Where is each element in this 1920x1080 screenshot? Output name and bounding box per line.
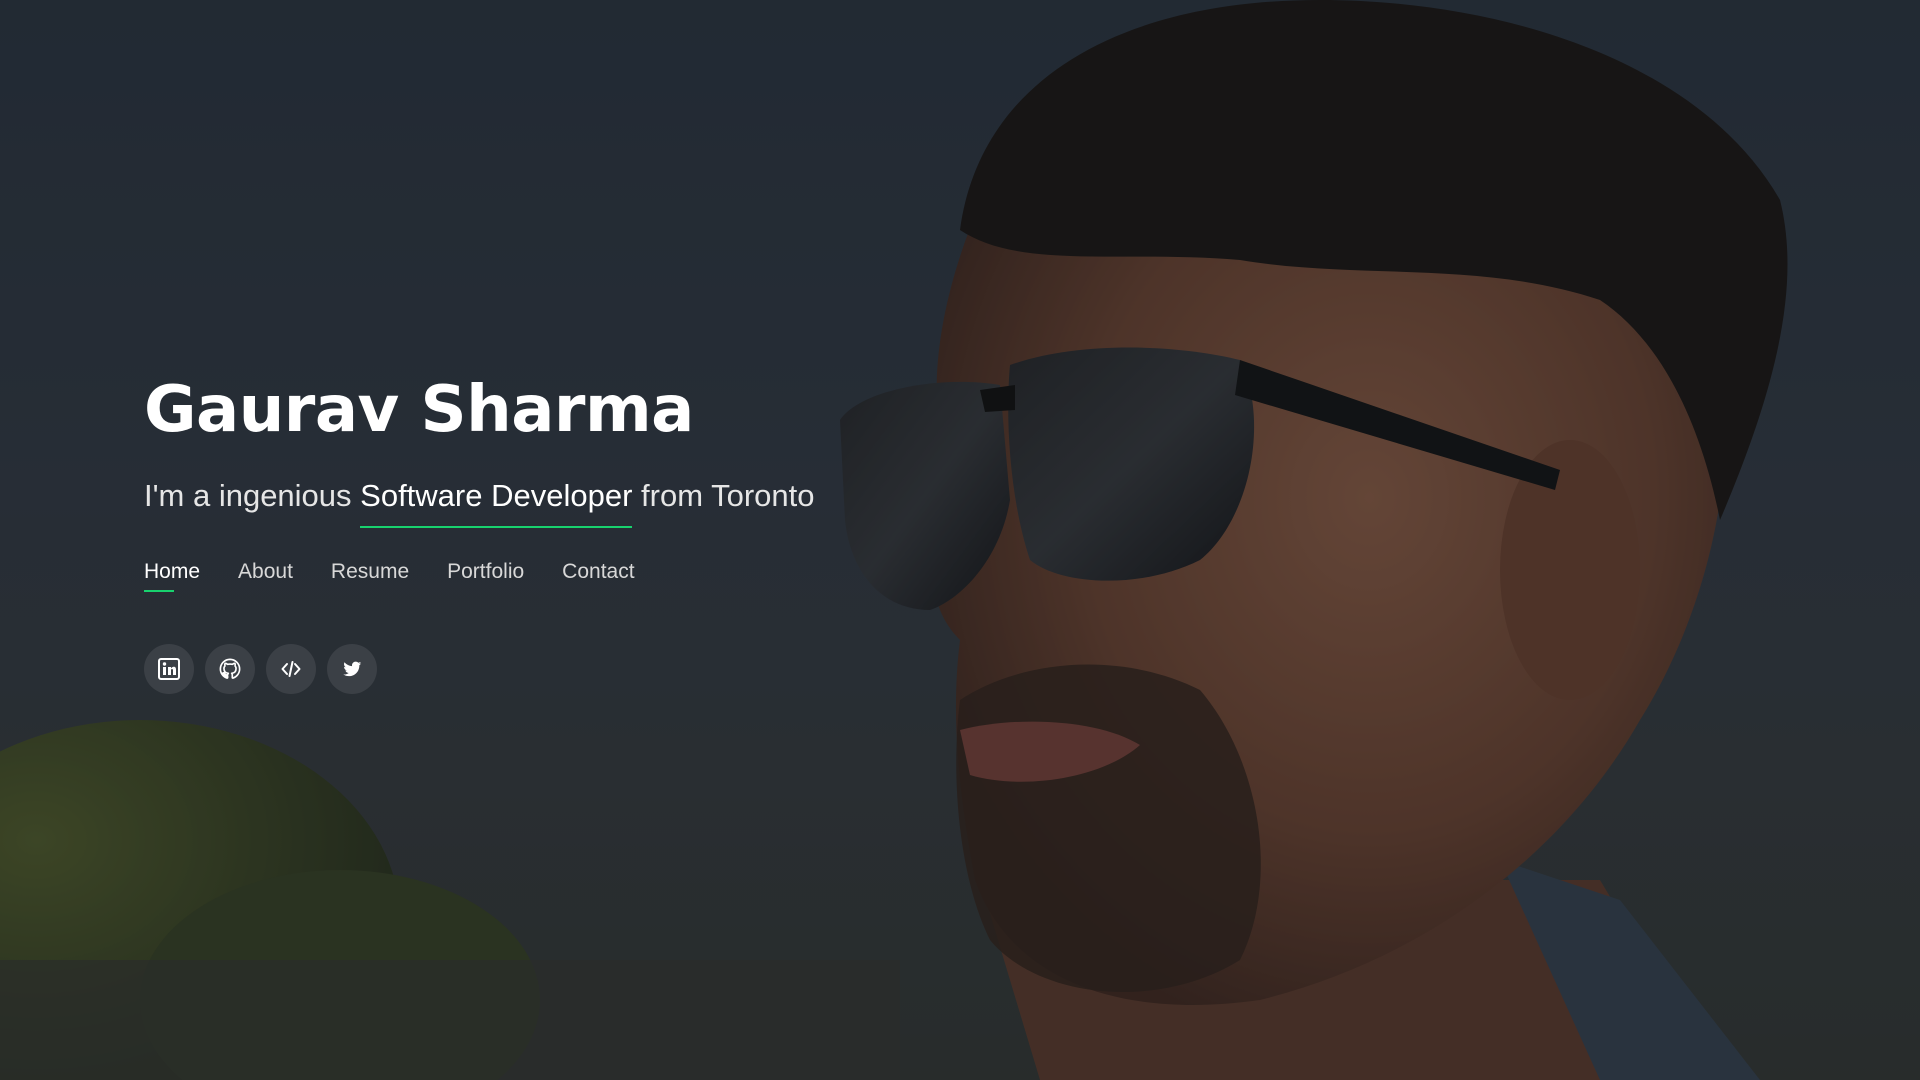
page: Gaurav Sharma I'm a ingenious Software D… <box>0 0 1920 1080</box>
nav-item-portfolio[interactable]: Portfolio <box>447 560 524 592</box>
github-icon <box>219 658 241 679</box>
tagline-role: Software Developer <box>360 476 633 528</box>
tagline-prefix: I'm a ingenious <box>144 478 361 513</box>
github-link[interactable] <box>205 644 255 694</box>
linkedin-icon <box>158 658 180 680</box>
nav-item-about[interactable]: About <box>238 560 293 592</box>
main-nav: Home About Resume Portfolio Contact <box>144 560 814 592</box>
nav-item-resume[interactable]: Resume <box>331 560 409 592</box>
nav-item-contact[interactable]: Contact <box>562 560 634 592</box>
code-icon <box>281 661 301 677</box>
linkedin-link[interactable] <box>144 644 194 694</box>
hero-tagline: I'm a ingenious Software Developer from … <box>144 476 815 528</box>
nav-item-home[interactable]: Home <box>144 560 200 592</box>
hero-section: Gaurav Sharma I'm a ingenious Software D… <box>144 370 814 694</box>
hero-name: Gaurav Sharma <box>144 373 694 447</box>
twitter-icon <box>343 661 362 677</box>
code-link[interactable] <box>266 644 316 694</box>
tagline-suffix: from Toronto <box>632 478 815 513</box>
twitter-link[interactable] <box>327 644 377 694</box>
social-links <box>144 644 814 694</box>
